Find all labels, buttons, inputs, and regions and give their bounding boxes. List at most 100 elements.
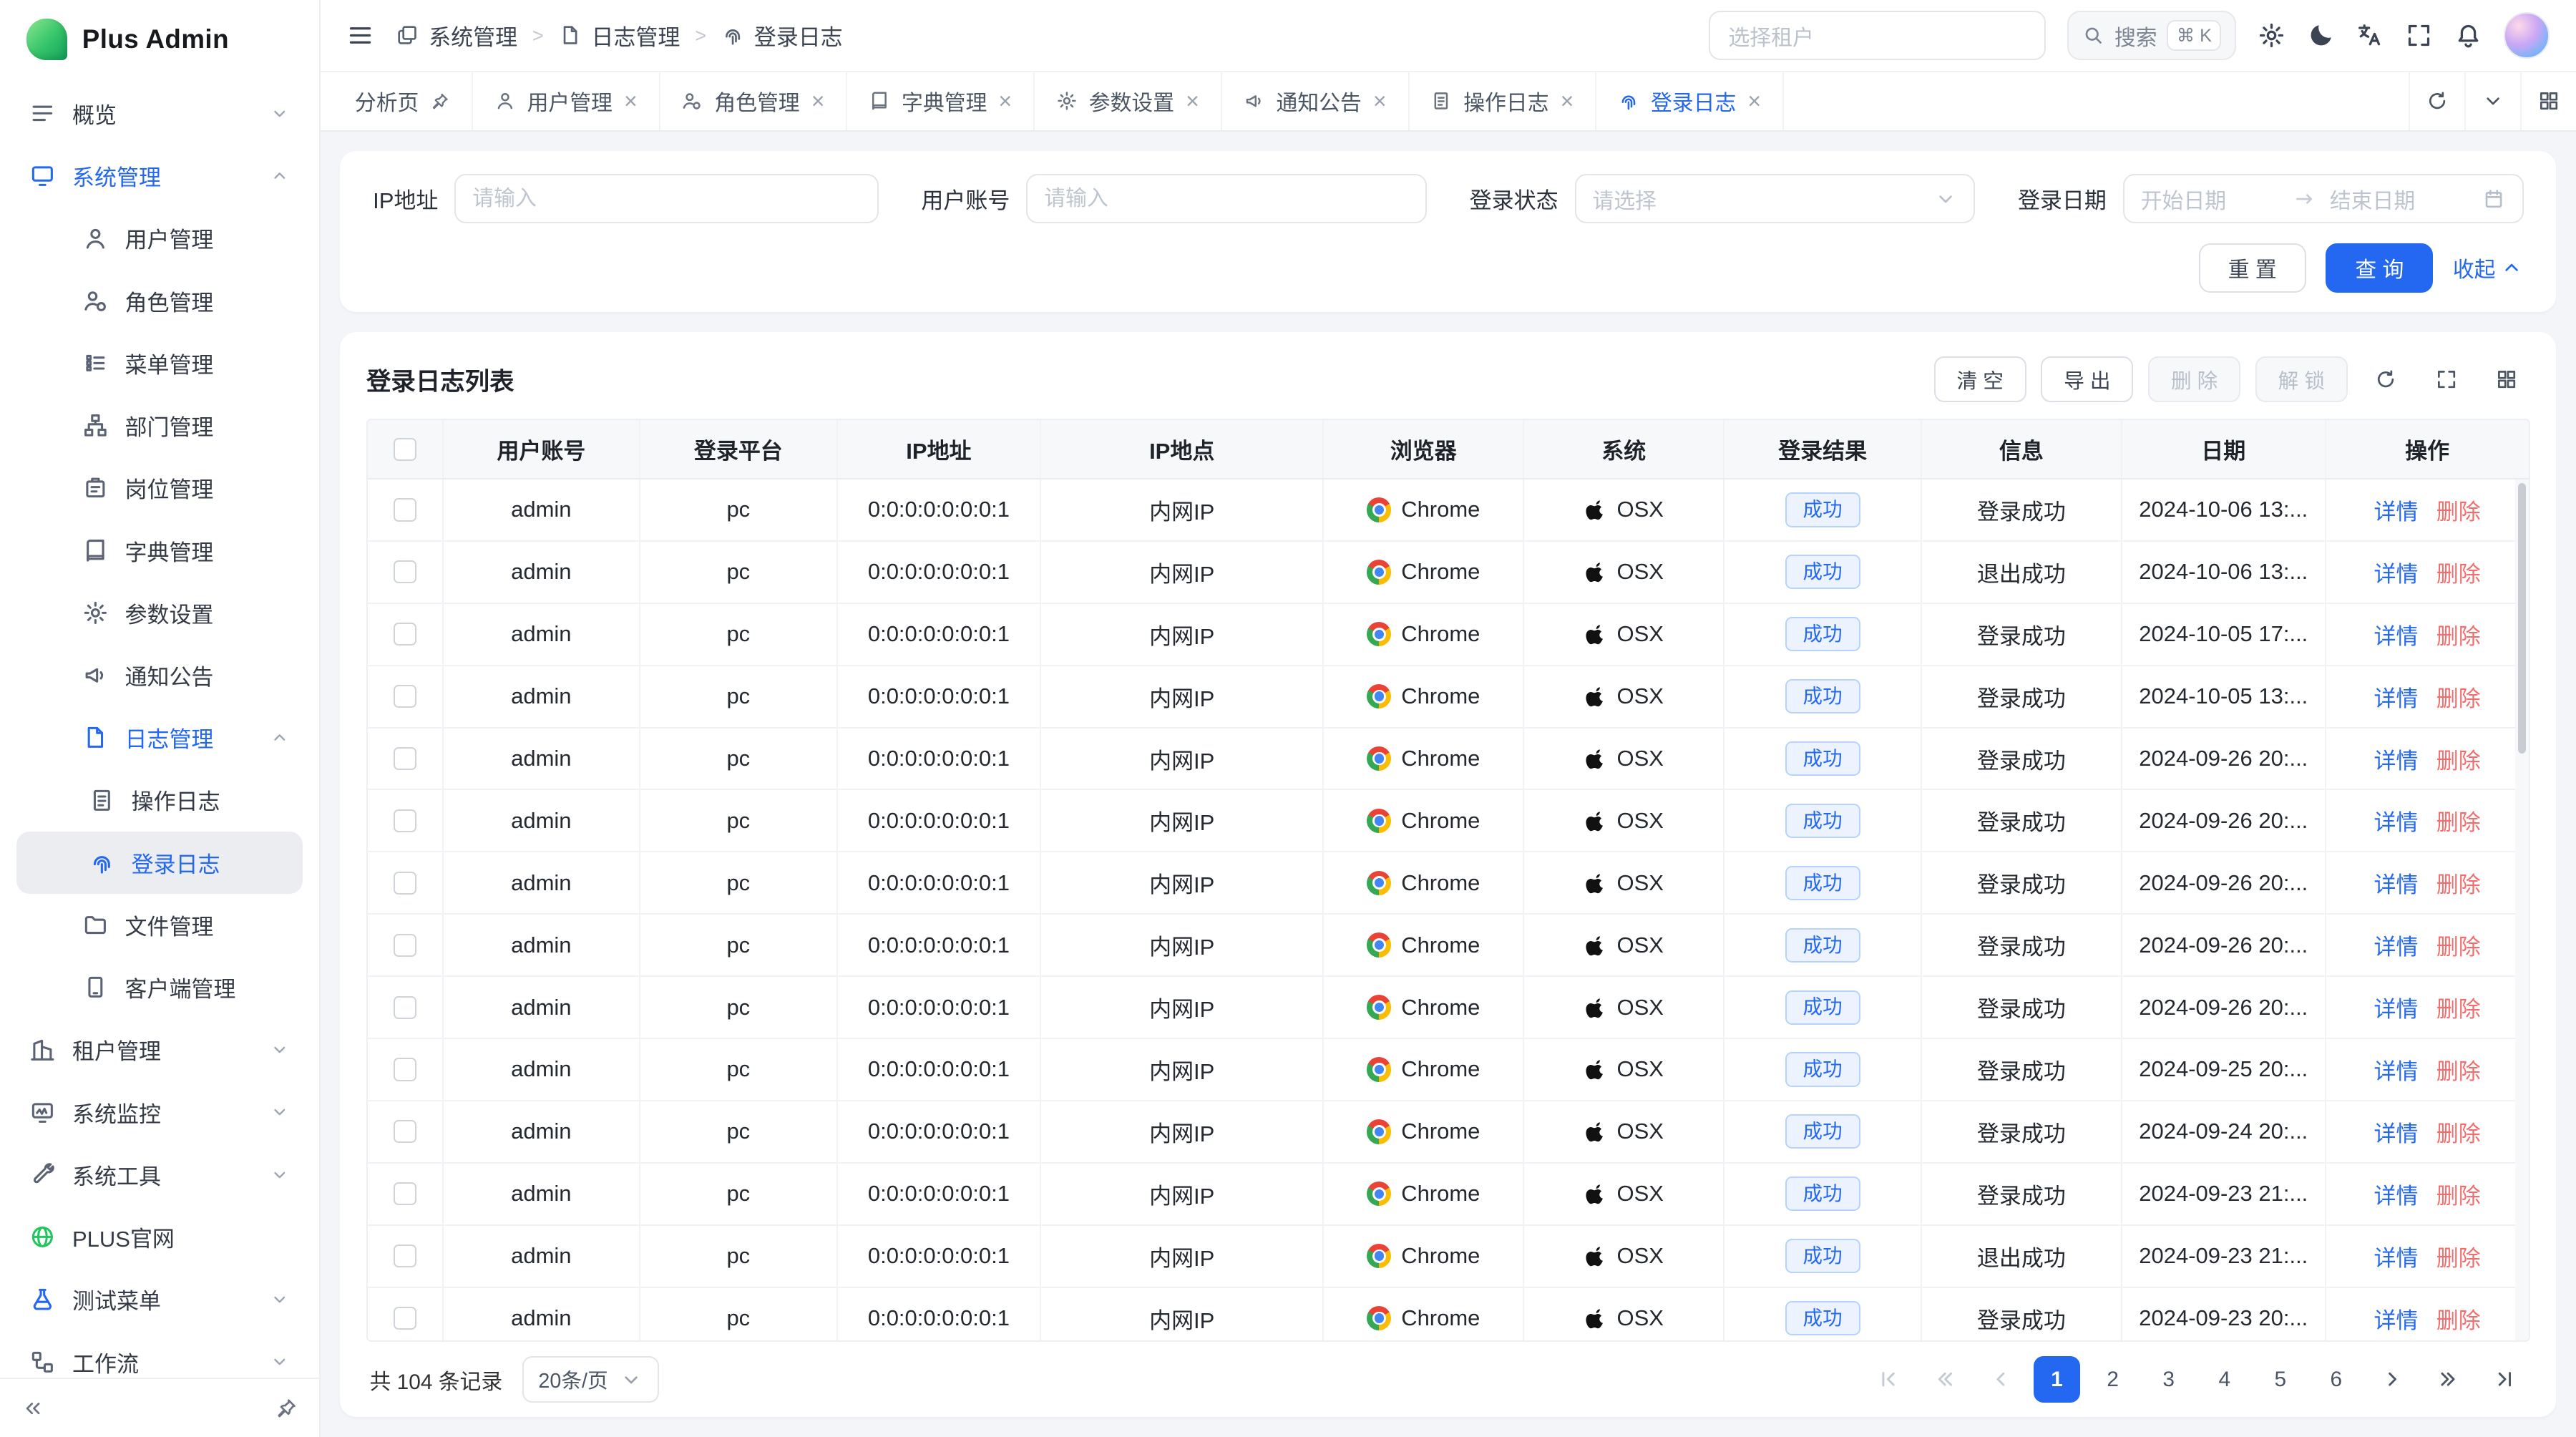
detail-link[interactable]: 详情 [2374,618,2419,651]
pin-icon[interactable] [430,92,450,112]
sidebar-item-book[interactable]: 字典管理 [16,519,303,581]
ip-input[interactable] [454,174,878,223]
tab-options-icon[interactable] [2464,72,2520,130]
unlock-button[interactable]: 解 锁 [2255,356,2348,402]
detail-link[interactable]: 详情 [2374,743,2419,775]
close-tab-icon[interactable]: × [998,89,1012,112]
sidebar-item-user[interactable]: 用户管理 [16,207,303,269]
row-checkbox[interactable] [394,560,416,583]
sidebar-item-gear[interactable]: 参数设置 [16,582,303,644]
select-all-checkbox[interactable] [394,438,416,461]
collapse-sidebar-icon[interactable] [21,1397,44,1420]
detail-link[interactable]: 详情 [2374,681,2419,713]
tab-book[interactable]: 字典管理× [847,72,1035,130]
clear-button[interactable]: 清 空 [1934,356,2026,402]
detail-link[interactable]: 详情 [2374,1178,2419,1210]
breadcrumb-item[interactable]: 登录日志 [721,19,843,52]
prev-page-button[interactable] [1978,1356,2024,1402]
row-checkbox[interactable] [394,1120,416,1143]
column-header[interactable]: IP地址 [838,420,1042,478]
column-header[interactable]: 浏览器 [1324,420,1524,478]
column-header[interactable]: 登录平台 [640,420,838,478]
user-avatar[interactable] [2504,12,2550,58]
sidebar-item-fingerprint[interactable]: 登录日志 [16,832,303,894]
tab-home[interactable]: 分析页 [333,72,473,130]
delete-link[interactable]: 删除 [2436,1116,2481,1148]
scrollbar-thumb[interactable] [2518,483,2526,754]
refresh-table-icon[interactable] [2363,356,2409,402]
layout-icon[interactable] [2520,72,2576,130]
refresh-page-icon[interactable] [2409,72,2464,130]
page-button-1[interactable]: 1 [2034,1356,2079,1402]
pin-sidebar-icon[interactable] [275,1397,298,1420]
row-checkbox[interactable] [394,498,416,521]
detail-link[interactable]: 详情 [2374,804,2419,837]
fullscreen-icon[interactable] [2405,21,2433,49]
close-tab-icon[interactable]: × [811,89,825,112]
row-checkbox[interactable] [394,1307,416,1330]
delete-link[interactable]: 删除 [2436,991,2481,1023]
column-header[interactable]: 用户账号 [444,420,641,478]
delete-link[interactable]: 删除 [2436,556,2481,588]
hamburger-menu-icon[interactable] [346,21,374,49]
tab-user[interactable]: 用户管理× [473,72,660,130]
row-checkbox[interactable] [394,747,416,770]
export-button[interactable]: 导 出 [2041,356,2133,402]
delete-button[interactable]: 删 除 [2148,356,2240,402]
sidebar-item-building[interactable]: 租户管理 [16,1018,303,1081]
fast-next-button[interactable] [2425,1356,2471,1402]
detail-link[interactable]: 详情 [2374,1302,2419,1335]
column-header[interactable]: 系统 [1524,420,1724,478]
sidebar-item-menu[interactable]: 菜单管理 [16,332,303,394]
tab-doclines[interactable]: 操作日志× [1410,72,1597,130]
close-tab-icon[interactable]: × [1747,89,1761,112]
page-button-4[interactable]: 4 [2202,1356,2248,1402]
status-select[interactable]: 请选择 [1575,174,1976,223]
notifications-icon[interactable] [2454,21,2482,49]
close-tab-icon[interactable]: × [1186,89,1199,112]
delete-link[interactable]: 删除 [2436,1302,2481,1335]
sidebar-item-doc[interactable]: 日志管理 [16,706,303,769]
close-tab-icon[interactable]: × [1561,89,1574,112]
account-input[interactable] [1026,174,1427,223]
language-icon[interactable] [2356,21,2384,49]
sidebar-item-megaphone[interactable]: 通知公告 [16,644,303,706]
row-checkbox[interactable] [394,809,416,832]
sidebar-item-tree[interactable]: 部门管理 [16,394,303,457]
settings-icon[interactable] [2258,21,2285,49]
delete-link[interactable]: 删除 [2436,494,2481,526]
detail-link[interactable]: 详情 [2374,556,2419,588]
fullscreen-table-icon[interactable] [2423,356,2469,402]
close-tab-icon[interactable]: × [624,89,638,112]
sidebar-item-globe[interactable]: PLUS官网 [16,1206,303,1268]
column-header[interactable]: 信息 [1922,420,2122,478]
tab-role[interactable]: 角色管理× [660,72,848,130]
next-page-button[interactable] [2369,1356,2415,1402]
app-logo[interactable]: Plus Admin [0,0,319,79]
detail-link[interactable]: 详情 [2374,1116,2419,1148]
page-button-5[interactable]: 5 [2258,1356,2303,1402]
close-tab-icon[interactable]: × [1373,89,1387,112]
row-checkbox[interactable] [394,623,416,646]
sidebar-item-lines[interactable]: 概览 [16,82,303,145]
row-checkbox[interactable] [394,996,416,1019]
breadcrumb-item[interactable]: 系统管理 [396,19,517,52]
detail-link[interactable]: 详情 [2374,867,2419,899]
detail-link[interactable]: 详情 [2374,494,2419,526]
column-header[interactable]: 登录结果 [1724,420,1922,478]
table-scrollbar[interactable] [2515,479,2528,1340]
row-checkbox[interactable] [394,1182,416,1205]
delete-link[interactable]: 删除 [2436,929,2481,961]
delete-link[interactable]: 删除 [2436,804,2481,837]
sidebar-item-folder[interactable]: 文件管理 [16,894,303,956]
column-header[interactable]: 日期 [2122,420,2326,478]
row-checkbox[interactable] [394,872,416,895]
detail-link[interactable]: 详情 [2374,1240,2419,1272]
page-size-select[interactable]: 20条/页 [522,1356,659,1402]
tab-megaphone[interactable]: 通知公告× [1222,72,1410,130]
page-button-3[interactable]: 3 [2146,1356,2192,1402]
row-checkbox[interactable] [394,1058,416,1081]
sidebar-item-device[interactable]: 客户端管理 [16,956,303,1018]
dark-mode-icon[interactable] [2307,21,2335,49]
column-settings-icon[interactable] [2484,356,2529,402]
